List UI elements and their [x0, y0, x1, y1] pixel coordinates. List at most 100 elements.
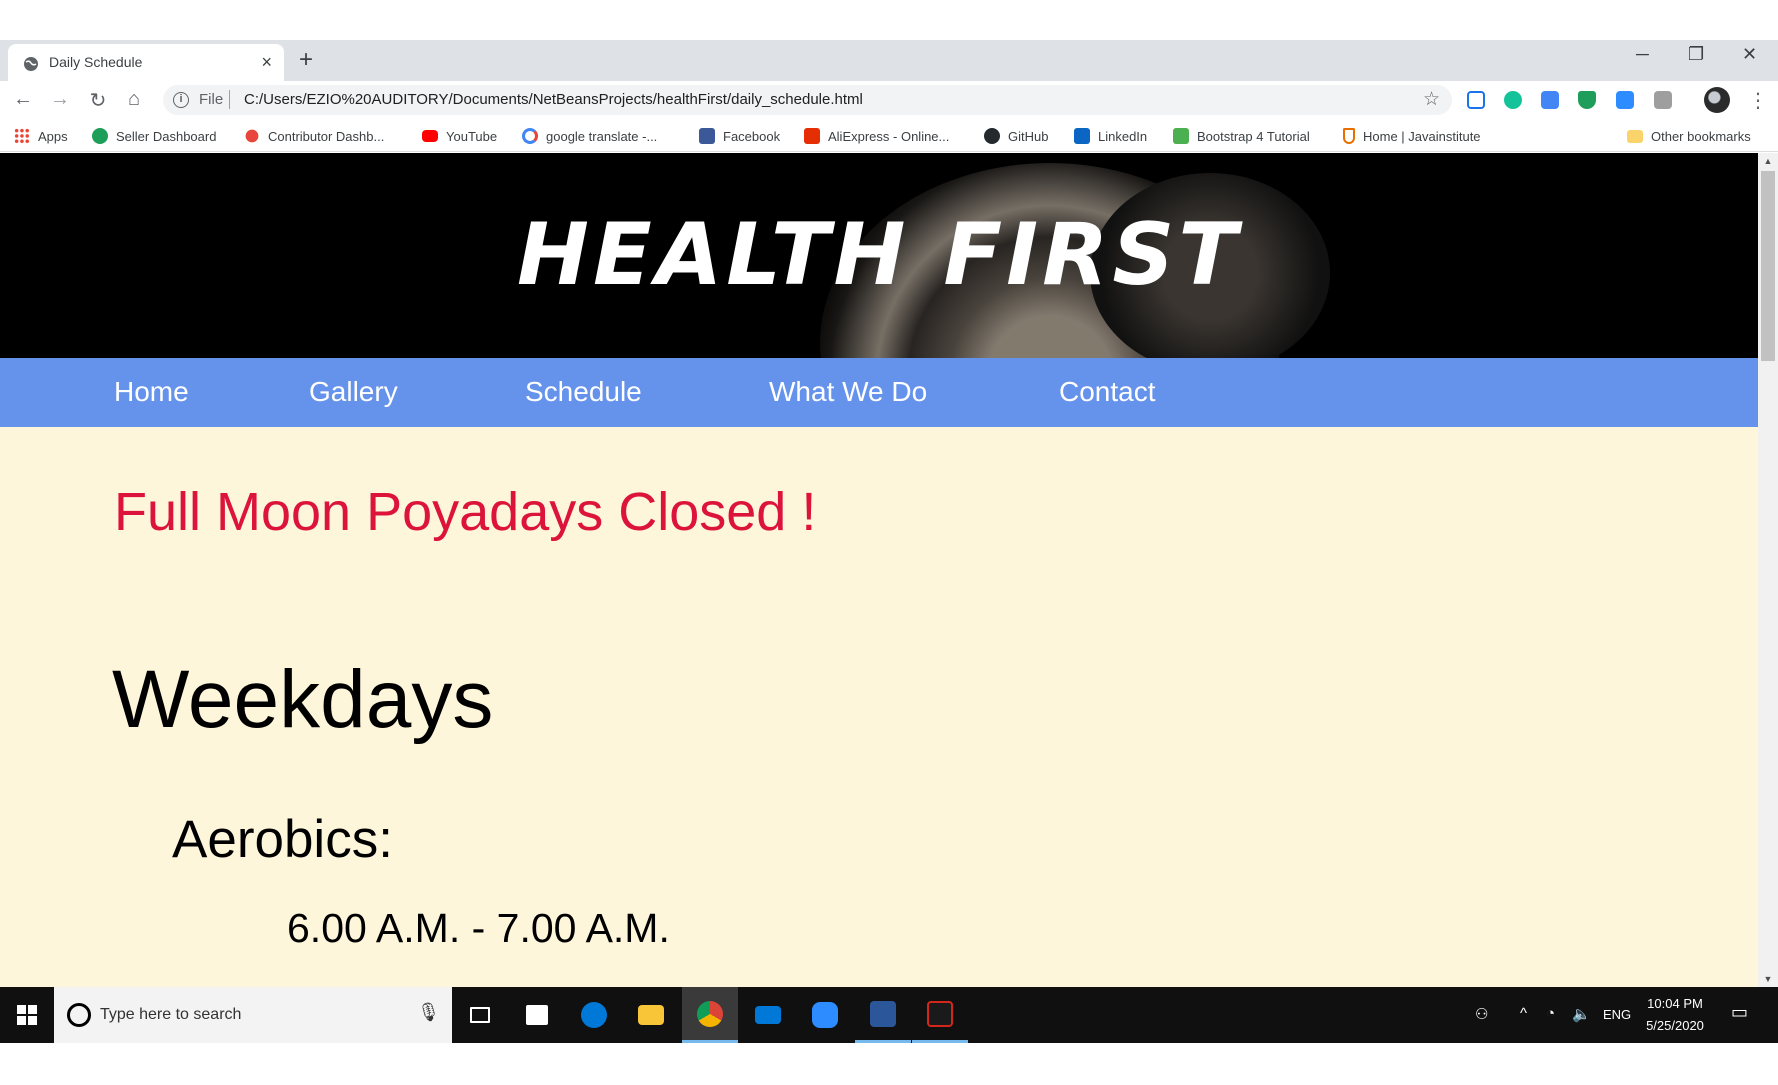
bookmark-aliexpress[interactable]: AliExpress - Online...	[804, 127, 949, 145]
show-hidden-icons-icon[interactable]: ^	[1520, 1005, 1527, 1022]
tab-title: Daily Schedule	[49, 54, 143, 70]
microphone-icon[interactable]: 🎙	[417, 1002, 440, 1023]
reader-icon[interactable]	[1467, 91, 1485, 109]
cortana-icon	[67, 1003, 91, 1027]
site-navbar: Home Gallery Schedule What We Do Contact	[0, 358, 1758, 427]
bookmarks-bar: Apps Seller Dashboard Contributor Dashb.…	[0, 119, 1778, 152]
nav-schedule[interactable]: Schedule	[525, 376, 642, 408]
acrobat-icon	[927, 1000, 953, 1027]
back-button[interactable]: ←	[11, 88, 35, 111]
bookmark-seller-dashboard[interactable]: Seller Dashboard	[92, 127, 216, 145]
address-bar[interactable]: i File C:/Users/EZIO%20AUDITORY/Document…	[163, 85, 1452, 115]
zoom-icon	[812, 1002, 838, 1028]
bookmark-youtube[interactable]: YouTube	[422, 127, 497, 145]
bookmark-apps[interactable]: Apps	[14, 127, 68, 145]
network-icon[interactable]: ◔	[1546, 1005, 1555, 1022]
browser-toolbar: ← → ↻ ⌂ i File C:/Users/EZIO%20AUDITORY/…	[0, 81, 1778, 119]
search-placeholder: Type here to search	[100, 1006, 242, 1023]
seller-icon	[92, 128, 108, 144]
forward-button[interactable]: →	[48, 88, 72, 111]
bookmark-bootstrap-tutorial[interactable]: Bootstrap 4 Tutorial	[1173, 127, 1310, 145]
menu-icon[interactable]: ⋮	[1748, 88, 1768, 113]
zoom-icon[interactable]	[1616, 91, 1634, 109]
browser-window: Daily Schedule × + ─ ❐ ✕ ← → ↻ ⌂ i File …	[0, 40, 1778, 1043]
task-view-icon	[470, 1007, 490, 1023]
activity-time: 6.00 A.M. - 7.00 A.M.	[287, 905, 670, 951]
page-viewport: HEALTH FIRST Home Gallery Schedule What …	[0, 153, 1758, 987]
home-button[interactable]: ⌂	[122, 88, 146, 111]
windows-logo-icon	[17, 1005, 37, 1025]
w3schools-icon	[1173, 128, 1189, 144]
bookmark-github[interactable]: GitHub	[984, 127, 1048, 145]
shield-icon[interactable]	[1578, 91, 1596, 109]
github-icon	[984, 128, 1000, 144]
task-view-button[interactable]	[452, 987, 508, 1043]
aliexpress-icon	[804, 128, 820, 144]
taskbar-mail[interactable]	[740, 987, 796, 1043]
close-tab-icon[interactable]: ×	[261, 52, 272, 73]
bookmark-google-translate[interactable]: google translate -...	[522, 127, 657, 145]
input-language[interactable]: ENG	[1603, 1007, 1631, 1022]
taskbar-file-explorer[interactable]	[623, 987, 679, 1043]
bookmark-contributor-dashboard[interactable]: Contributor Dashb...	[244, 127, 384, 145]
tab-daily-schedule[interactable]: Daily Schedule ×	[8, 44, 284, 81]
restore-button[interactable]: ❐	[1688, 44, 1704, 65]
linkedin-icon	[1074, 128, 1090, 144]
scroll-up-arrow-icon[interactable]: ▲	[1758, 153, 1778, 169]
start-button[interactable]	[0, 987, 54, 1043]
action-center-icon[interactable]: ▭	[1731, 1002, 1748, 1023]
info-icon[interactable]: i	[173, 92, 189, 108]
nav-gallery[interactable]: Gallery	[309, 376, 398, 408]
bookmark-other-bookmarks[interactable]: Other bookmarks	[1627, 127, 1751, 145]
google-icon	[522, 128, 538, 144]
word-icon	[870, 1000, 896, 1027]
people-icon[interactable]: ⚇	[1475, 1005, 1488, 1023]
reload-button[interactable]: ↻	[86, 88, 110, 113]
scroll-thumb[interactable]	[1761, 171, 1775, 361]
translate-icon[interactable]	[1541, 91, 1559, 109]
bookmark-star-icon[interactable]: ☆	[1423, 88, 1440, 111]
taskbar-word[interactable]	[855, 987, 911, 1043]
edge-icon	[581, 1002, 607, 1028]
youtube-icon	[422, 130, 438, 142]
clock-date: 5/25/2020	[1646, 1018, 1704, 1033]
profile-avatar[interactable]	[1704, 87, 1730, 113]
bookmark-facebook[interactable]: Facebook	[699, 127, 780, 145]
taskbar-edge[interactable]	[566, 987, 622, 1043]
clock-time: 10:04 PM	[1647, 996, 1703, 1011]
globe-icon	[24, 57, 38, 71]
vertical-scrollbar[interactable]: ▲ ▼	[1758, 153, 1778, 987]
chrome-icon	[697, 1000, 723, 1027]
taskbar-zoom[interactable]	[797, 987, 853, 1043]
taskbar-store[interactable]	[509, 987, 565, 1043]
close-window-button[interactable]: ✕	[1742, 44, 1757, 65]
header-banner: HEALTH FIRST	[0, 153, 1758, 358]
url-scheme: File	[199, 91, 224, 108]
mail-icon	[755, 1006, 781, 1024]
nav-what-we-do[interactable]: What We Do	[769, 376, 927, 408]
bookmark-javainstitute[interactable]: Home | Javainstitute	[1343, 127, 1481, 145]
nav-contact[interactable]: Contact	[1059, 376, 1156, 408]
contributor-icon	[245, 129, 259, 143]
scroll-down-arrow-icon[interactable]: ▼	[1758, 971, 1778, 987]
volume-icon[interactable]: 🔈	[1572, 1005, 1591, 1023]
java-icon	[1343, 128, 1355, 144]
activity-heading: Aerobics:	[172, 810, 393, 869]
new-tab-button[interactable]: +	[299, 46, 313, 74]
facebook-icon	[699, 128, 715, 144]
taskbar-search-box[interactable]: Type here to search 🎙	[54, 987, 452, 1043]
minimize-button[interactable]: ─	[1636, 44, 1649, 65]
bookmark-linkedin[interactable]: LinkedIn	[1074, 127, 1147, 145]
taskbar-clock[interactable]: 10:04 PM 5/25/2020	[1630, 993, 1720, 1037]
closure-notice: Full Moon Poyadays Closed !	[114, 482, 817, 542]
folder-icon	[1627, 129, 1643, 143]
grammarly-icon[interactable]	[1504, 91, 1522, 109]
nav-home[interactable]: Home	[114, 376, 189, 408]
apps-grid-icon	[14, 128, 30, 144]
taskbar-acrobat[interactable]	[912, 987, 968, 1043]
taskbar-chrome[interactable]	[682, 987, 738, 1043]
url-text[interactable]: C:/Users/EZIO%20AUDITORY/Documents/NetBe…	[244, 91, 863, 108]
pdf-icon[interactable]	[1654, 91, 1672, 109]
tab-strip: Daily Schedule × + ─ ❐ ✕	[0, 40, 1778, 81]
site-logo[interactable]: HEALTH FIRST	[0, 212, 1758, 298]
